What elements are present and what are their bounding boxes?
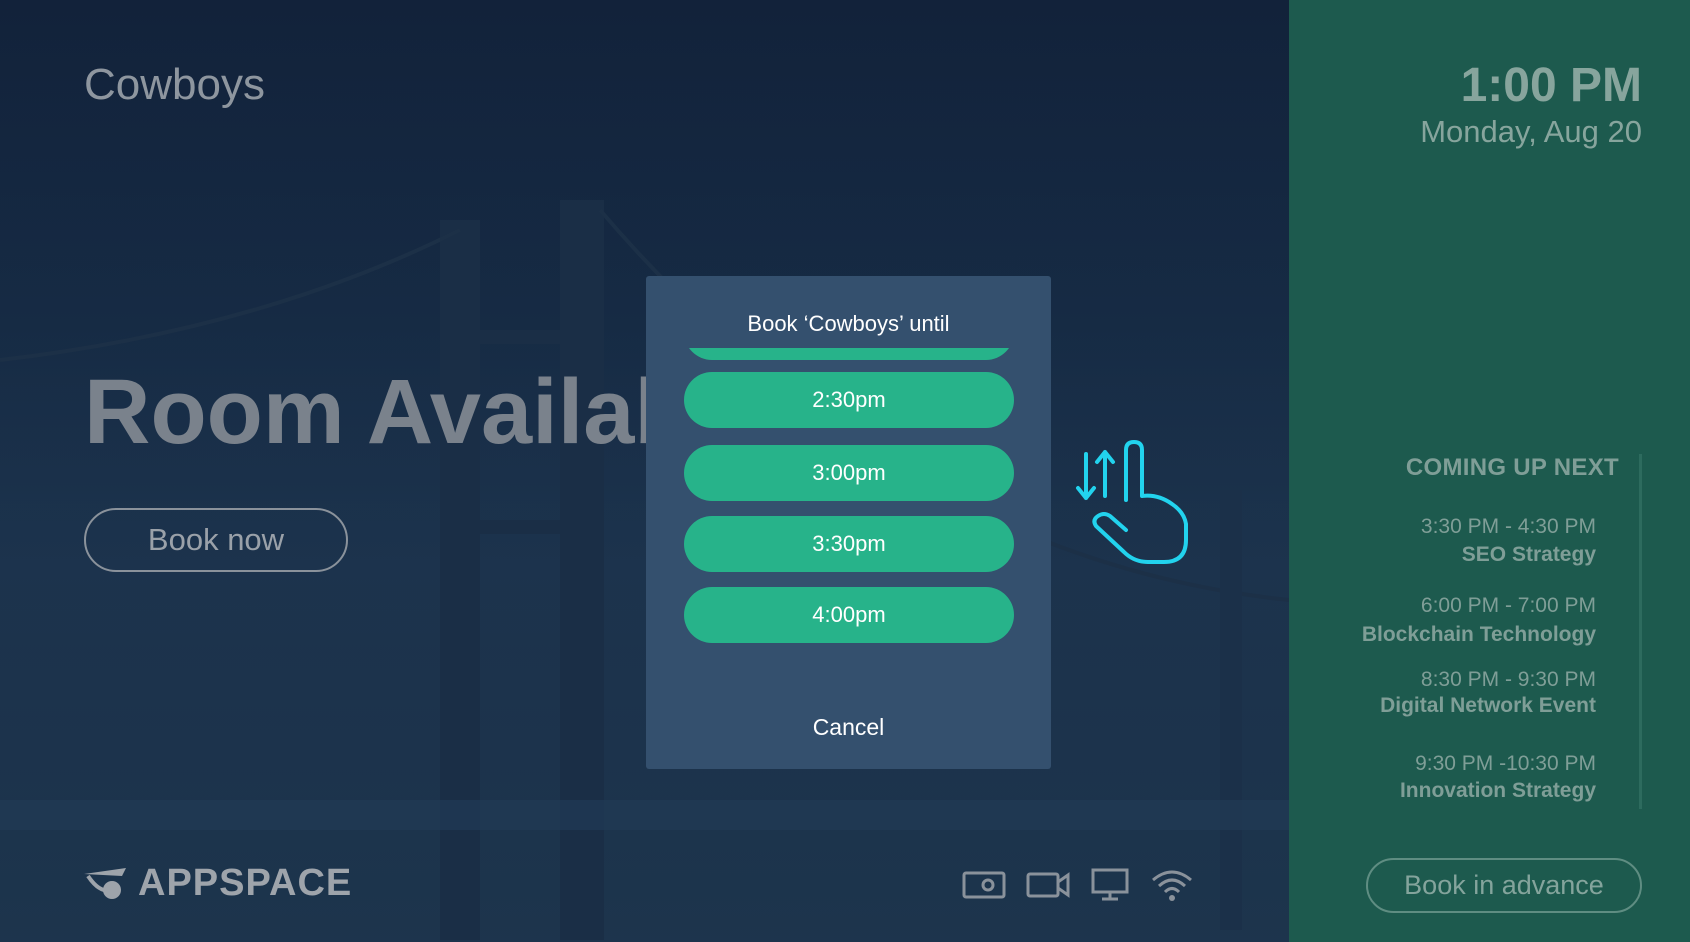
scroll-gesture-hint-icon xyxy=(1076,440,1188,564)
appspace-logo-text: APPSPACE xyxy=(138,862,353,904)
event-title: Innovation Strategy xyxy=(1399,779,1596,802)
cancel-button[interactable]: Cancel xyxy=(646,714,1051,741)
current-date: Monday, Aug 20 xyxy=(1420,114,1642,149)
book-until-dialog: Book ‘Cowboys’ until 2:30pm 3:00pm 3:30p… xyxy=(646,276,1051,769)
event-time: 3:30 PM - 4:30 PM xyxy=(1420,515,1596,538)
schedule-panel: 1:00 PM Monday, Aug 20 COMING UP NEXT 3:… xyxy=(1289,0,1690,942)
appspace-logo-icon xyxy=(84,867,126,899)
event-title: Digital Network Event xyxy=(1380,694,1596,717)
coming-up-heading: COMING UP NEXT xyxy=(1405,454,1619,481)
event-time: 6:00 PM - 7:00 PM xyxy=(1420,594,1596,617)
event-time: 8:30 PM - 9:30 PM xyxy=(1420,668,1596,691)
wifi-icon xyxy=(1150,868,1194,907)
time-options-scroll-list[interactable]: 2:30pm 3:00pm 3:30pm 4:00pm xyxy=(684,348,1014,648)
time-option-button[interactable]: 3:30pm xyxy=(684,516,1014,572)
time-option-button[interactable]: 4:00pm xyxy=(684,587,1014,643)
video-camera-icon xyxy=(1026,870,1070,905)
monitor-icon xyxy=(1090,868,1130,907)
book-in-advance-button[interactable]: Book in advance xyxy=(1366,858,1642,913)
time-option-button[interactable]: 2:30pm xyxy=(684,372,1014,428)
room-name: Cowboys xyxy=(84,60,265,109)
time-option-partial[interactable] xyxy=(684,348,1014,360)
event-title: Blockchain Technology xyxy=(1361,623,1596,646)
dialog-title: Book ‘Cowboys’ until xyxy=(747,311,950,336)
time-option-button[interactable]: 3:00pm xyxy=(684,445,1014,501)
event-title: SEO Strategy xyxy=(1461,543,1596,566)
timeline-divider xyxy=(1639,454,1642,809)
book-now-button[interactable]: Book now xyxy=(84,508,348,572)
room-equipment-icons xyxy=(962,868,1194,907)
appspace-logo: APPSPACE xyxy=(82,862,352,905)
current-time: 1:00 PM xyxy=(1460,59,1642,112)
event-time: 9:30 PM -10:30 PM xyxy=(1415,752,1596,775)
projector-icon xyxy=(962,870,1006,905)
